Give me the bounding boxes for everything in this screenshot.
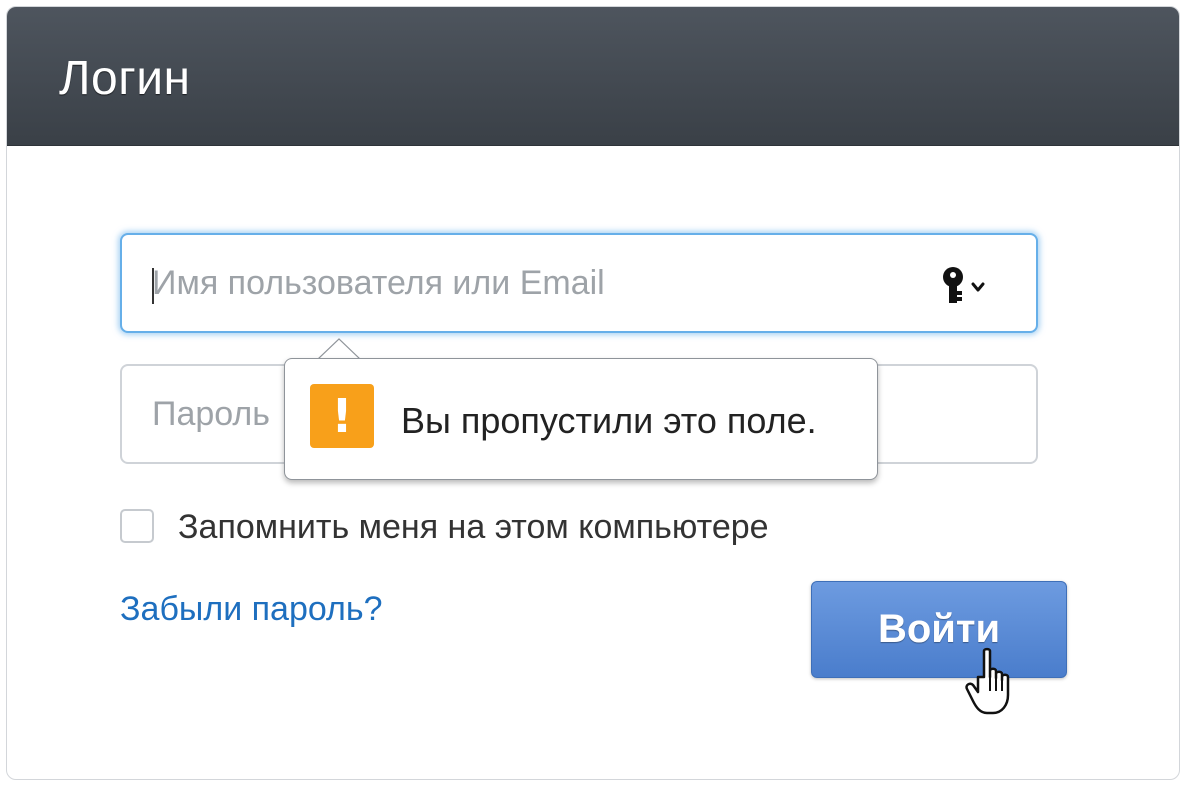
validation-message: Вы пропустили это поле. (401, 400, 817, 441)
forgot-password-link[interactable]: Забыли пароль? (120, 589, 383, 629)
login-panel: Логин ! Вы пропустили это поле. Запомнит… (6, 6, 1180, 780)
login-button[interactable]: Войти (811, 581, 1067, 678)
key-dropdown-icon[interactable] (940, 265, 992, 305)
remember-label[interactable]: Запомнить меня на этом компьютере (178, 507, 769, 547)
hand-pointer-cursor (965, 647, 1010, 715)
warning-icon: ! (310, 384, 374, 448)
username-input[interactable] (122, 235, 1036, 331)
remember-checkbox[interactable] (120, 509, 154, 543)
panel-header: Логин (7, 7, 1179, 146)
text-caret (152, 268, 154, 304)
username-field[interactable] (120, 233, 1038, 333)
validation-tooltip: ! Вы пропустили это поле. (284, 358, 878, 480)
panel-title: Логин (59, 52, 191, 105)
